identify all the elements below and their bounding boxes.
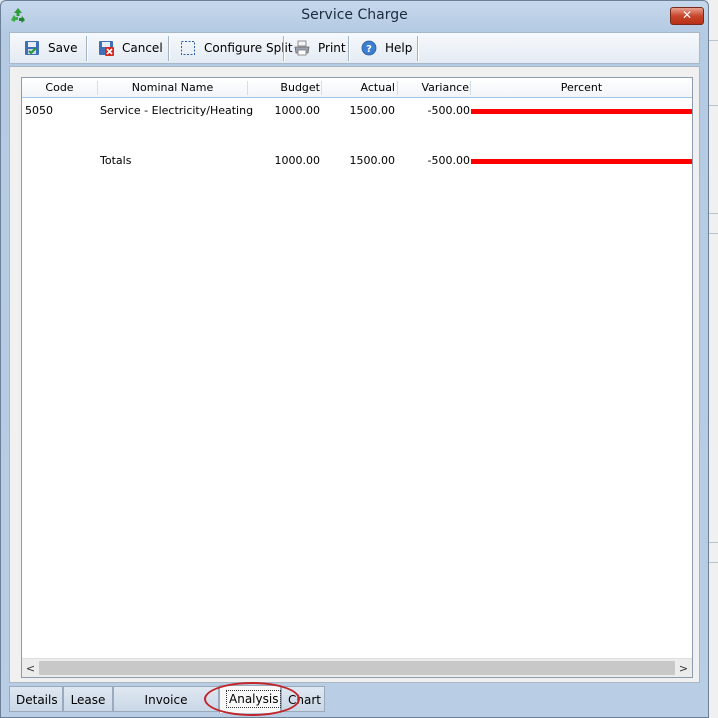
analysis-tab-highlight-annotation — [204, 682, 300, 716]
toolbar-separator — [348, 36, 349, 61]
save-icon — [24, 40, 40, 56]
cell-actual: 1500.00 — [349, 104, 396, 117]
print-label: Print — [318, 41, 346, 55]
analysis-grid: Code Nominal Name Budget Actual Variance… — [21, 77, 693, 678]
dashed-rectangle-icon — [180, 40, 196, 56]
totals-actual: 1500.00 — [349, 154, 396, 167]
cancel-button[interactable]: Cancel — [98, 33, 163, 63]
cancel-icon — [98, 40, 114, 56]
close-button[interactable]: ✕ — [670, 7, 704, 25]
tab-lease[interactable]: Lease — [63, 686, 113, 712]
save-label: Save — [48, 41, 78, 55]
printer-icon — [294, 40, 310, 56]
toolbar-separator — [283, 36, 284, 61]
analysis-panel: Code Nominal Name Budget Actual Variance… — [9, 66, 700, 683]
percent-bar — [471, 109, 692, 114]
cell-code: 5050 — [25, 104, 53, 117]
totals-label: Totals — [100, 154, 132, 167]
totals-percent-bar — [471, 159, 692, 164]
svg-text:?: ? — [366, 44, 372, 55]
scroll-left-arrow[interactable]: < — [22, 660, 39, 677]
column-header-percent[interactable]: Percent — [471, 78, 692, 98]
scroll-right-arrow[interactable]: > — [675, 660, 692, 677]
save-button[interactable]: Save — [24, 33, 77, 63]
table-row[interactable]: 5050 Service - Electricity/Heating 1000.… — [22, 101, 692, 121]
column-header-variance[interactable]: Variance — [398, 78, 469, 98]
column-header-actual[interactable]: Actual — [322, 78, 395, 98]
toolbar-separator — [86, 36, 87, 61]
scroll-thumb[interactable] — [39, 661, 675, 675]
help-icon: ? — [361, 40, 377, 56]
toolbar-separator — [168, 36, 169, 61]
column-header-budget[interactable]: Budget — [248, 78, 320, 98]
cell-variance: -500.00 — [427, 104, 470, 117]
grid-header: Code Nominal Name Budget Actual Variance… — [22, 78, 692, 98]
service-charge-window: Service Charge ✕ Save Cancel Configure S… — [0, 0, 709, 718]
column-header-nominal-name[interactable]: Nominal Name — [98, 78, 247, 98]
toolbar: Save Cancel Configure Split Print ? Help — [9, 32, 700, 64]
cell-budget: 1000.00 — [274, 104, 321, 117]
configure-split-label: Configure Split — [204, 41, 293, 55]
horizontal-scrollbar[interactable]: < > — [22, 658, 692, 677]
cell-nominal-name: Service - Electricity/Heating — [100, 104, 254, 117]
toolbar-separator — [417, 36, 418, 61]
tab-details[interactable]: Details — [9, 686, 63, 712]
tab-strip: Details Lease Invoice Schedule Analysis … — [9, 685, 700, 713]
help-button[interactable]: ? Help — [361, 33, 412, 63]
help-label: Help — [385, 41, 413, 55]
configure-split-button[interactable]: Configure Split — [180, 33, 293, 63]
totals-variance: -500.00 — [427, 154, 470, 167]
totals-budget: 1000.00 — [274, 154, 321, 167]
column-header-code[interactable]: Code — [22, 78, 97, 98]
print-button[interactable]: Print — [294, 33, 346, 63]
window-title: Service Charge — [301, 7, 408, 23]
cancel-label: Cancel — [122, 41, 163, 55]
title-bar[interactable]: Service Charge ✕ — [1, 1, 708, 31]
totals-row[interactable]: Totals 1000.00 1500.00 -500.00 — [22, 151, 692, 171]
